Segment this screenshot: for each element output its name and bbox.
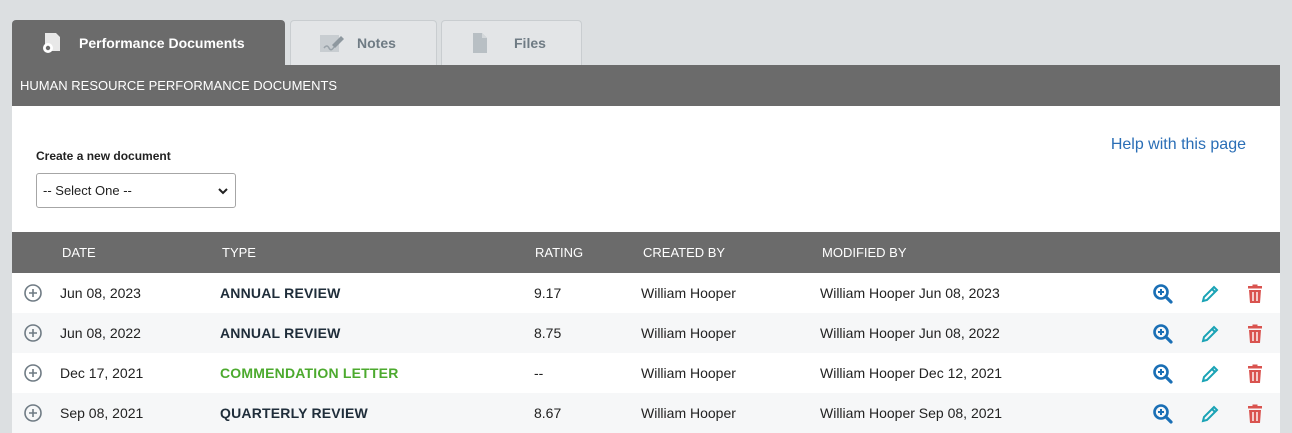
help-link[interactable]: Help with this page	[1111, 136, 1246, 154]
notes-pencil-icon	[319, 31, 345, 55]
select-value: -- Select One --	[43, 183, 132, 198]
expand-plus-icon[interactable]	[24, 324, 42, 342]
tab-performance-documents[interactable]: Performance Documents	[12, 20, 285, 65]
view-zoom-icon[interactable]	[1152, 283, 1174, 305]
row-rating: 8.75	[534, 325, 562, 341]
expand-plus-icon[interactable]	[24, 404, 42, 422]
create-document-panel: Create a new document -- Select One -- H…	[12, 106, 1280, 232]
row-created-by: William Hooper	[641, 405, 736, 421]
expand-plus-icon[interactable]	[24, 364, 42, 382]
edit-pencil-icon[interactable]	[1199, 323, 1221, 345]
delete-trash-icon[interactable]	[1244, 283, 1266, 305]
delete-trash-icon[interactable]	[1244, 323, 1266, 345]
row-date: Dec 17, 2021	[60, 365, 144, 381]
view-zoom-icon[interactable]	[1152, 403, 1174, 425]
edit-pencil-icon[interactable]	[1199, 283, 1221, 305]
table-row: Dec 17, 2021 COMMENDATION LETTER -- Will…	[12, 353, 1280, 393]
edit-pencil-icon[interactable]	[1199, 363, 1221, 385]
column-header-created-by[interactable]: CREATED BY	[643, 232, 725, 273]
tab-label: Performance Documents	[79, 34, 245, 51]
table-row: Jun 08, 2023 ANNUAL REVIEW 9.17 William …	[12, 273, 1280, 313]
row-date: Jun 08, 2022	[60, 325, 141, 341]
create-document-label: Create a new document	[36, 149, 171, 163]
row-rating: 9.17	[534, 285, 562, 301]
edit-pencil-icon[interactable]	[1199, 403, 1221, 425]
row-modified-by: William Hooper Dec 12, 2021	[820, 365, 1003, 381]
table-header: DATE TYPE RATING CREATED BY MODIFIED BY	[12, 232, 1280, 273]
column-header-type[interactable]: TYPE	[222, 232, 256, 273]
tab-label: Files	[514, 35, 546, 51]
tab-files[interactable]: Files	[441, 20, 582, 65]
view-zoom-icon[interactable]	[1152, 363, 1174, 385]
row-date: Jun 08, 2023	[60, 285, 141, 301]
expand-plus-icon[interactable]	[24, 284, 42, 302]
table-row: Sep 08, 2021 QUARTERLY REVIEW 8.67 Willi…	[12, 393, 1280, 433]
document-type-select[interactable]: -- Select One --	[36, 173, 236, 208]
row-created-by: William Hooper	[641, 325, 736, 341]
tab-bar: Performance Documents Notes Files	[12, 20, 612, 65]
row-type[interactable]: COMMENDATION LETTER	[220, 353, 399, 393]
table-row: Jun 08, 2022 ANNUAL REVIEW 8.75 William …	[12, 313, 1280, 353]
row-modified-by: William Hooper Jun 08, 2023	[820, 285, 1000, 301]
row-modified-by: William Hooper Sep 08, 2021	[820, 405, 1003, 421]
column-header-modified-by[interactable]: MODIFIED BY	[822, 232, 907, 273]
tab-notes[interactable]: Notes	[290, 20, 437, 65]
row-created-by: William Hooper	[641, 285, 736, 301]
view-zoom-icon[interactable]	[1152, 323, 1174, 345]
documents-table-body: Jun 08, 2023 ANNUAL REVIEW 9.17 William …	[12, 273, 1280, 433]
row-date: Sep 08, 2021	[60, 405, 144, 421]
document-badge-icon	[40, 31, 66, 55]
row-rating: --	[534, 365, 544, 381]
file-icon	[470, 31, 496, 55]
delete-trash-icon[interactable]	[1244, 363, 1266, 385]
tab-label: Notes	[357, 35, 396, 51]
row-rating: 8.67	[534, 405, 562, 421]
chevron-down-icon	[217, 185, 229, 197]
row-type[interactable]: ANNUAL REVIEW	[220, 273, 341, 313]
row-created-by: William Hooper	[641, 365, 736, 381]
column-header-date[interactable]: DATE	[62, 232, 96, 273]
row-type[interactable]: QUARTERLY REVIEW	[220, 393, 368, 433]
row-modified-by: William Hooper Jun 08, 2022	[820, 325, 1000, 341]
row-type[interactable]: ANNUAL REVIEW	[220, 313, 341, 353]
section-title: HUMAN RESOURCE PERFORMANCE DOCUMENTS	[12, 65, 1280, 106]
delete-trash-icon[interactable]	[1244, 403, 1266, 425]
column-header-rating[interactable]: RATING	[535, 232, 583, 273]
